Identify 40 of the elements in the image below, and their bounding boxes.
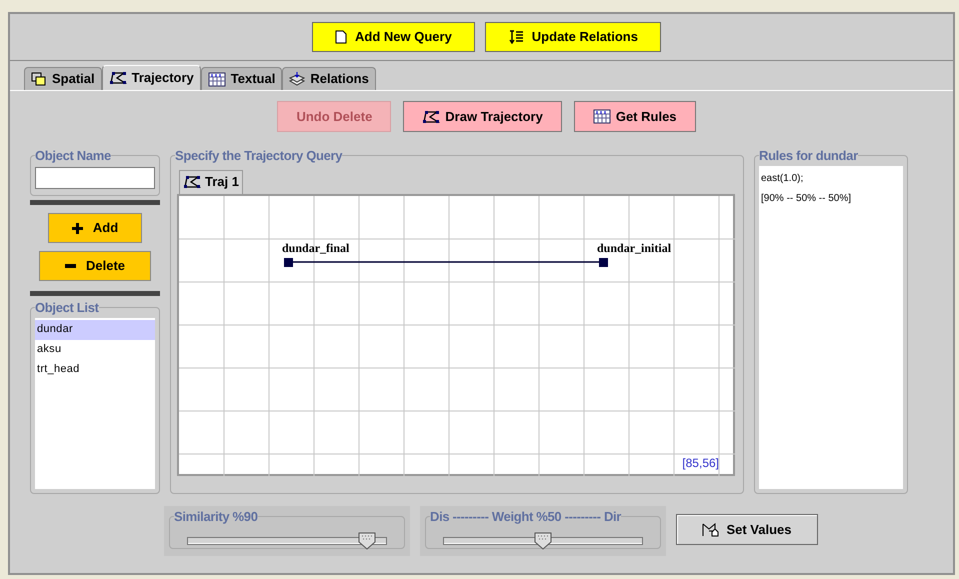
action-button[interactable]: Draw Trajectory	[403, 101, 562, 132]
group-title: Object Name	[35, 147, 111, 165]
polyline-icon	[108, 71, 127, 85]
tab[interactable]: Textual	[200, 67, 282, 90]
calendar-grid-icon	[208, 72, 226, 86]
document-icon	[335, 30, 347, 44]
group-title: Specify the Trajectory Query	[175, 147, 342, 165]
group-title: Similarity %90	[174, 508, 258, 526]
tab[interactable]: Trajectory	[102, 65, 201, 90]
calendar-grid-icon	[592, 109, 611, 124]
point-label: dundar_initial	[597, 242, 672, 254]
delete-button[interactable]: Delete	[39, 251, 151, 281]
flag-icon	[702, 522, 720, 536]
tab[interactable]: Relations	[282, 67, 376, 90]
plus-icon	[72, 222, 83, 234]
group-title: Dis --------- Weight %50 --------- Dir	[430, 508, 622, 526]
coordinates-label: [85,56]	[682, 454, 719, 472]
group-title: Rules for dundar	[759, 147, 858, 165]
rule-text: [90% -- 50% -- 50%]	[761, 192, 852, 206]
stack-icon	[289, 72, 306, 86]
point-label: dundar_final	[282, 242, 350, 254]
grid-canvas[interactable]: dundar_final dundar_initial [85,56]	[177, 194, 735, 476]
add-button[interactable]: Add	[48, 213, 142, 243]
slider-thumb[interactable]	[534, 532, 552, 550]
set-values-button[interactable]: Set Values	[676, 514, 818, 545]
polyline-icon	[422, 110, 440, 124]
overlapping-squares-icon	[31, 72, 47, 86]
minus-icon	[64, 264, 76, 268]
tab[interactable]: Traj 1	[179, 170, 243, 194]
toolbar-button[interactable]: Add New Query	[312, 22, 475, 52]
toolbar-button[interactable]: Update Relations	[484, 22, 661, 52]
action-button[interactable]: Get Rules	[574, 101, 696, 132]
rule-text: east(1.0);	[761, 172, 804, 186]
slider-thumb[interactable]	[358, 532, 376, 550]
polyline-icon	[183, 175, 201, 189]
group-title: Object List	[35, 299, 99, 317]
list-item[interactable]: dundar	[35, 320, 155, 340]
tab[interactable]: Spatial	[24, 67, 102, 90]
list-arrow-icon	[508, 30, 524, 44]
object-name-field[interactable]	[35, 166, 155, 188]
